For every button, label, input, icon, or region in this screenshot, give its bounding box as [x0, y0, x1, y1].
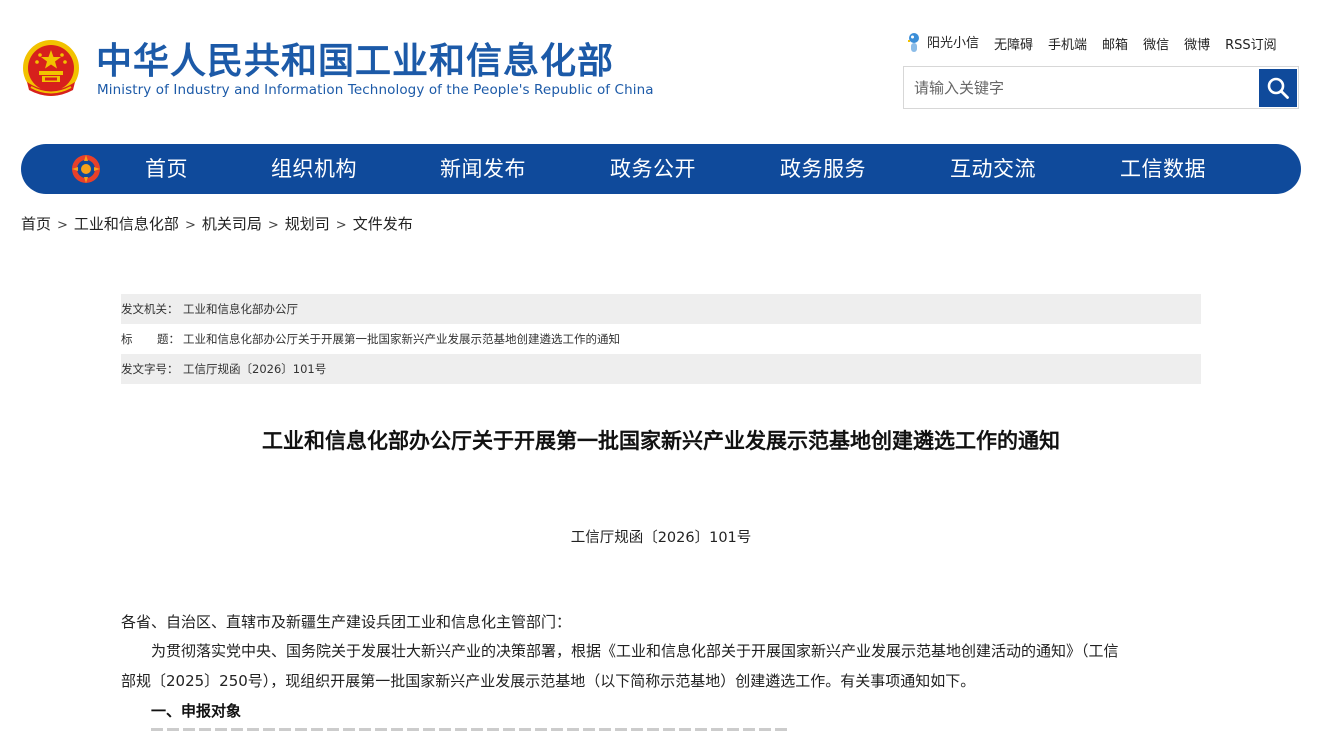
site-title: 中华人民共和国工业和信息化部 — [96, 41, 615, 82]
meta-title-key: 标题： — [121, 332, 180, 346]
breadcrumb-home[interactable]: 首页 — [21, 215, 51, 233]
meta-docno-value: 工信厅规函〔2026〕101号 — [183, 362, 327, 376]
top-links: 阳光小信 无障碍 手机端 邮箱 微信 微博 RSS订阅 — [905, 32, 1277, 54]
main-nav: 首页 组织机构 新闻发布 政务公开 政务服务 互动交流 工信数据 — [21, 144, 1301, 194]
meta-issuer-row: 发文机关： 工业和信息化部办公厅 — [121, 294, 1201, 324]
top-link-mail[interactable]: 邮箱 — [1102, 34, 1128, 53]
nav-gov-affairs[interactable]: 政务公开 — [610, 144, 696, 194]
article-salutation: 各省、自治区、直辖市及新疆生产建设兵团工业和信息化主管部门： — [121, 613, 572, 631]
nav-gov-services[interactable]: 政务服务 — [780, 144, 866, 194]
search-input[interactable] — [904, 67, 1254, 108]
search-box — [903, 66, 1299, 109]
national-emblem-icon[interactable] — [21, 38, 81, 104]
top-link-sunshine[interactable]: 阳光小信 — [905, 32, 979, 55]
breadcrumb-planning[interactable]: 规划司 — [285, 215, 330, 233]
top-link-label: 阳光小信 — [927, 35, 980, 51]
sunshine-mascot-icon — [905, 32, 923, 54]
article-title: 工业和信息化部办公厅关于开展第一批国家新兴产业发展示范基地创建遴选工作的通知 — [262, 429, 1060, 453]
breadcrumb-separator: > — [184, 218, 196, 233]
meta-issuer-key: 发文机关： — [121, 302, 179, 316]
article-doc-number: 工信厅规函〔2026〕101号 — [570, 530, 752, 546]
breadcrumb-departments[interactable]: 机关司局 — [202, 215, 262, 233]
breadcrumb-ministry[interactable]: 工业和信息化部 — [74, 215, 179, 233]
top-link-rss[interactable]: RSS订阅 — [1225, 34, 1277, 53]
top-link-mobile[interactable]: 手机端 — [1048, 34, 1087, 53]
breadcrumb: 首页 > 工业和信息化部 > 机关司局 > 规划司 > 文件发布 — [21, 213, 413, 234]
search-icon — [1267, 77, 1289, 99]
article-cutoff-text — [151, 722, 791, 731]
nav-news[interactable]: 新闻发布 — [440, 144, 526, 194]
breadcrumb-separator: > — [57, 218, 68, 233]
search-button[interactable] — [1259, 69, 1297, 107]
meta-title-value: 工业和信息化部办公厅关于开展第一批国家新兴产业发展示范基地创建遴选工作的通知 — [183, 332, 620, 346]
meta-docno-key: 发文字号： — [121, 362, 179, 376]
top-link-weibo[interactable]: 微博 — [1184, 34, 1210, 53]
article-paragraph-1-line-2: 部规〔2025〕250号），现组织开展第一批国家新兴产业发展示范基地（以下简称示… — [121, 672, 976, 690]
ministry-logo-icon[interactable] — [70, 153, 102, 185]
nav-interaction[interactable]: 互动交流 — [950, 144, 1036, 194]
nav-home[interactable]: 首页 — [145, 144, 188, 194]
breadcrumb-separator: > — [335, 218, 347, 233]
site-subtitle: Ministry of Industry and Information Tec… — [97, 82, 654, 98]
nav-organization[interactable]: 组织机构 — [271, 144, 357, 194]
article-section-heading: 一、申报对象 — [151, 702, 242, 720]
nav-data[interactable]: 工信数据 — [1120, 144, 1206, 194]
meta-docno-row: 发文字号： 工信厅规函〔2026〕101号 — [121, 354, 1201, 384]
breadcrumb-documents[interactable]: 文件发布 — [353, 215, 413, 233]
top-link-accessibility[interactable]: 无障碍 — [994, 34, 1033, 53]
article-paragraph-1-line-1: 为贯彻落实党中央、国务院关于发展壮大新兴产业的决策部署，根据《工业和信息化部关于… — [151, 642, 1119, 660]
top-link-wechat[interactable]: 微信 — [1143, 34, 1169, 53]
meta-title-row: 标题： 工业和信息化部办公厅关于开展第一批国家新兴产业发展示范基地创建遴选工作的通… — [121, 324, 1201, 354]
breadcrumb-separator: > — [267, 218, 279, 233]
meta-issuer-value: 工业和信息化部办公厅 — [183, 302, 298, 316]
